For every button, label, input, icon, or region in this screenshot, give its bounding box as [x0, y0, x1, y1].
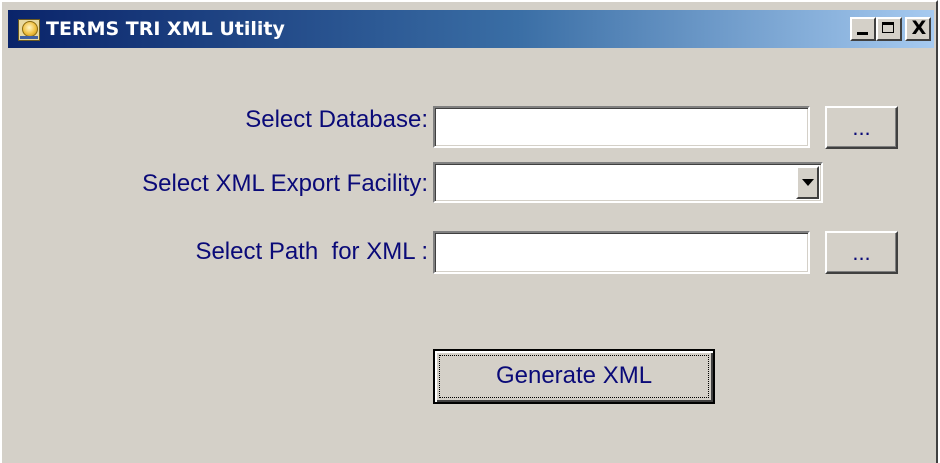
database-browse-button[interactable]: ... [825, 106, 898, 149]
database-input[interactable] [433, 106, 810, 148]
dropdown-arrow-button[interactable] [796, 166, 819, 199]
facility-dropdown[interactable] [433, 162, 823, 203]
app-window: TERMS TRI XML Utility X Select Database:… [0, 0, 938, 463]
path-label: Select Path for XML : [195, 238, 428, 265]
close-icon: X [911, 17, 927, 39]
chevron-down-icon [802, 179, 814, 186]
minimize-icon [857, 32, 868, 35]
app-sun-icon[interactable] [18, 19, 40, 41]
facility-label: Select XML Export Facility: [142, 170, 428, 197]
maximize-button[interactable] [876, 17, 902, 41]
generate-xml-button[interactable]: Generate XML [433, 349, 715, 404]
title-bar[interactable]: TERMS TRI XML Utility X [8, 10, 934, 48]
window-title: TERMS TRI XML Utility [46, 18, 285, 40]
minimize-button[interactable] [850, 17, 876, 41]
path-browse-button[interactable]: ... [825, 231, 898, 274]
maximize-icon [882, 22, 894, 33]
path-input[interactable] [433, 231, 810, 274]
database-label: Select Database: [245, 106, 428, 133]
close-button[interactable]: X [905, 17, 931, 41]
focus-rectangle [439, 355, 709, 398]
